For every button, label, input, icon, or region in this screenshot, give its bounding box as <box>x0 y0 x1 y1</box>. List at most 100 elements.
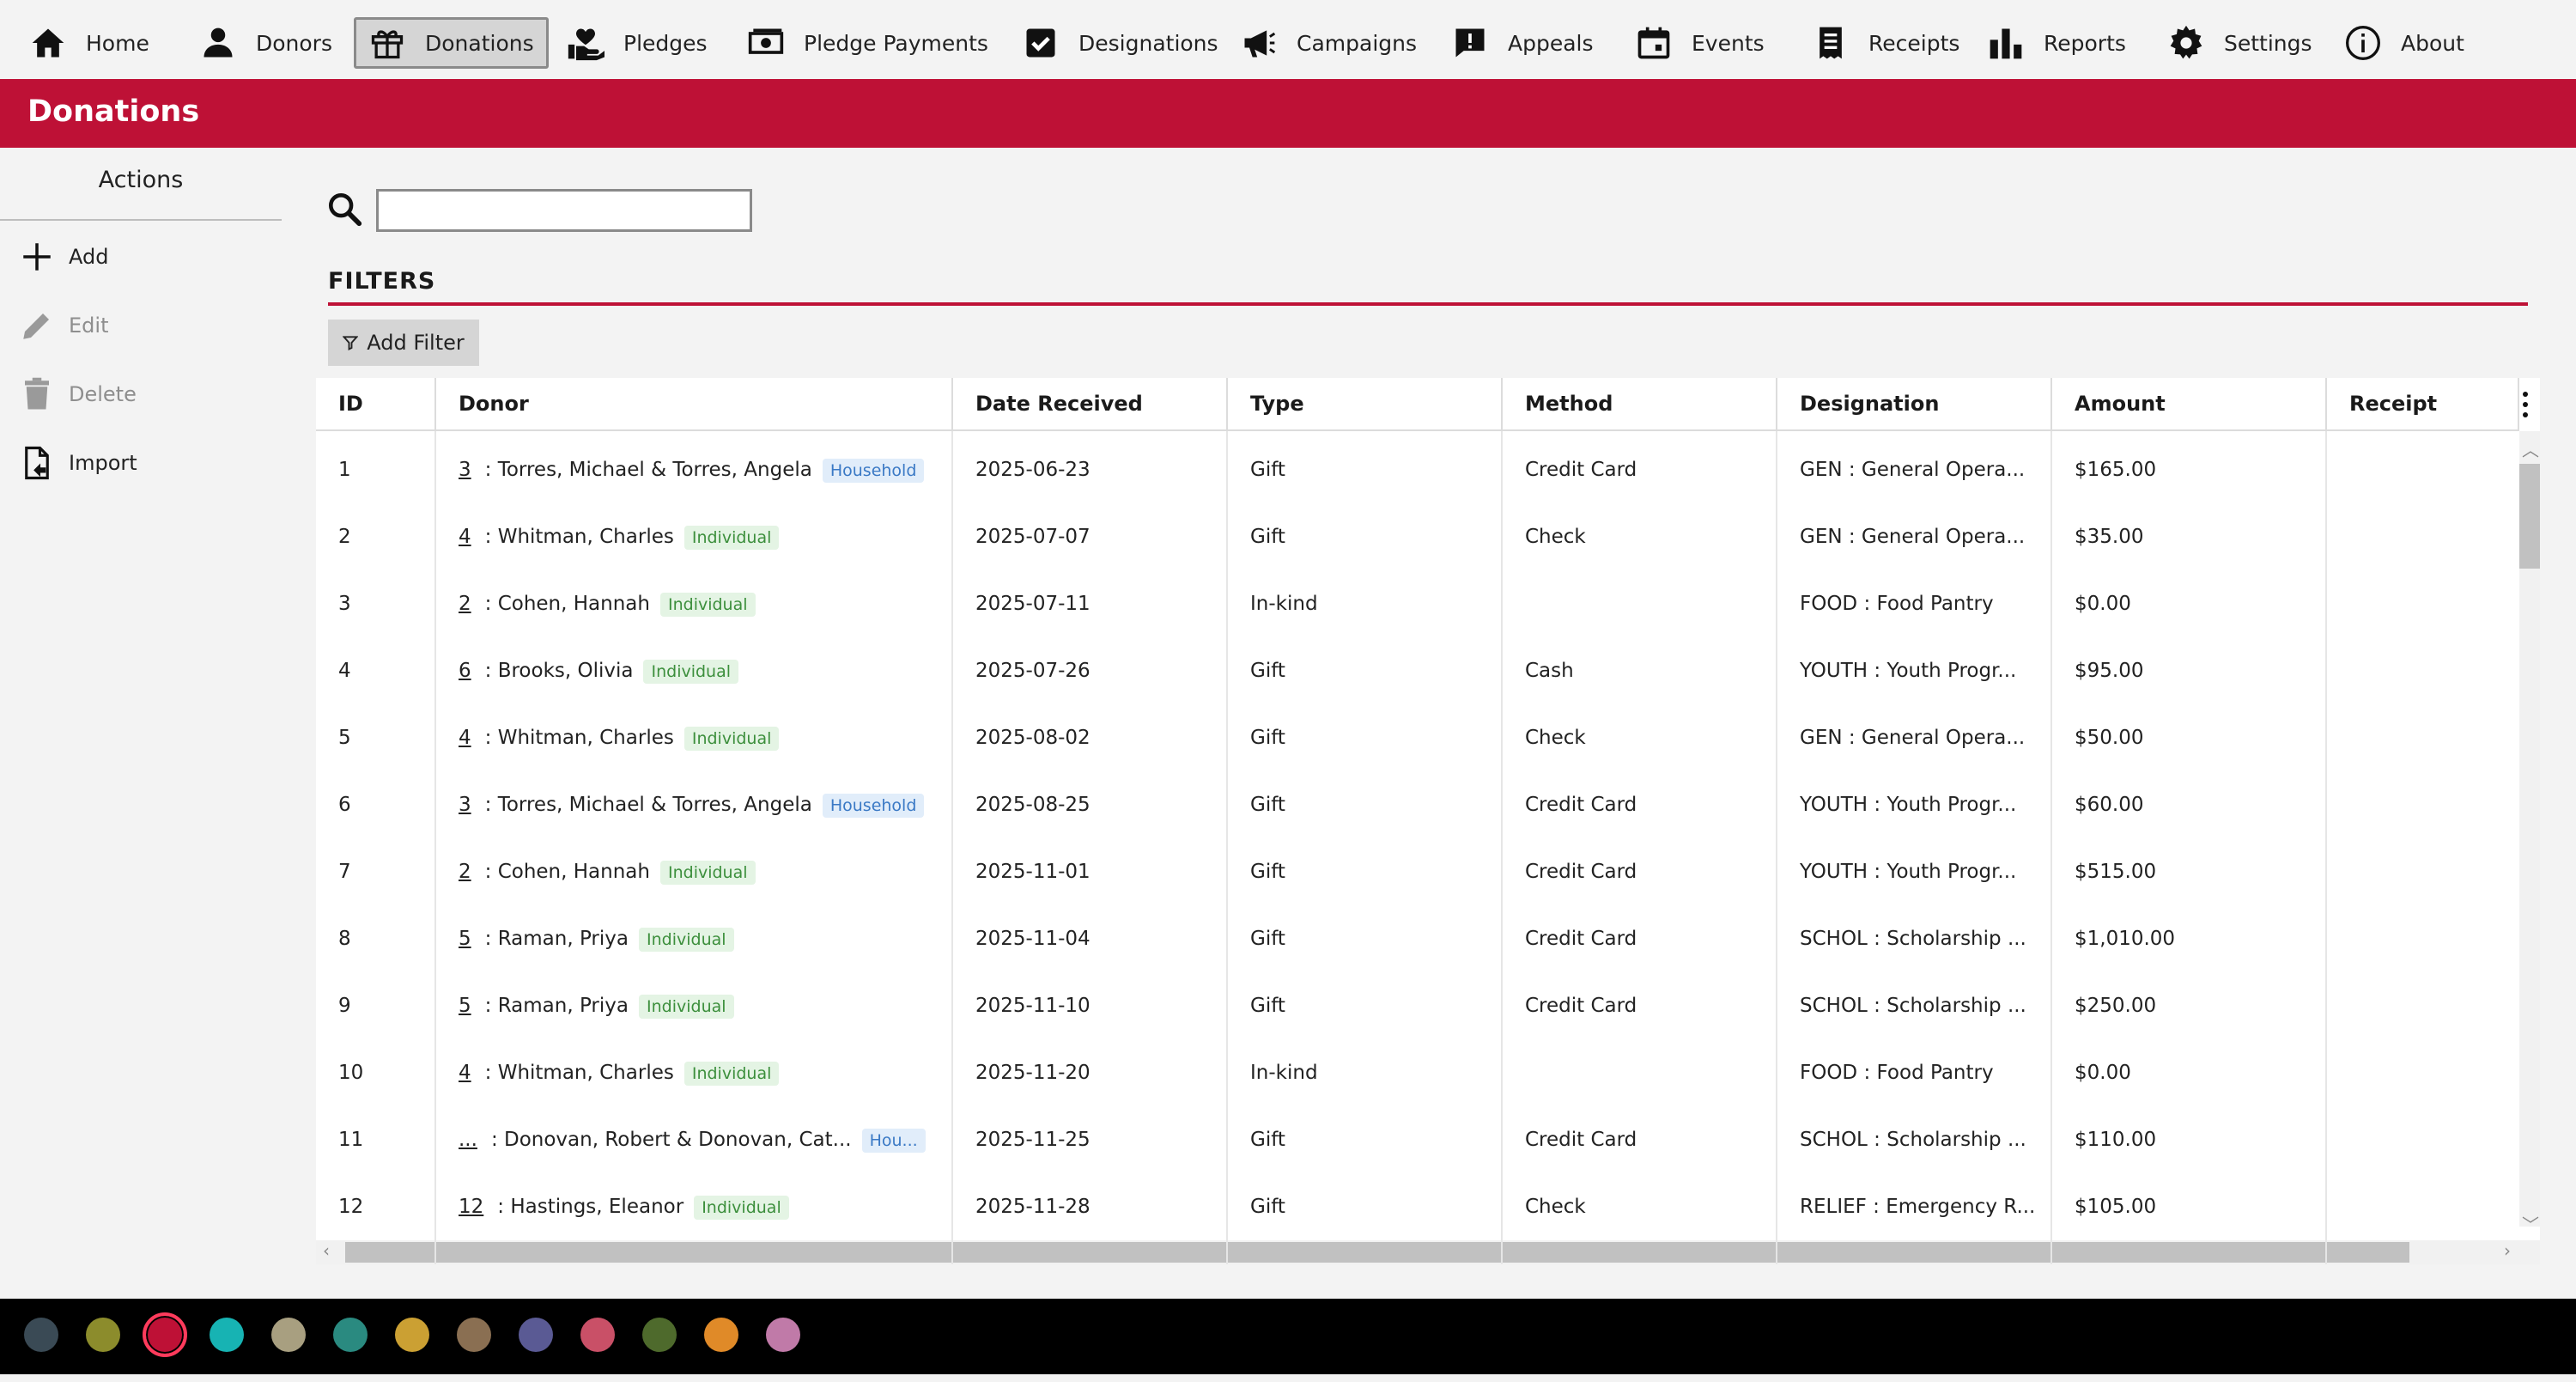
nav-item-pledge-payments[interactable]: Pledge Payments <box>735 17 1000 69</box>
nav-item-donations[interactable]: Donations <box>354 17 549 69</box>
table-row[interactable]: 1 3: Torres, Michael & Torres, Angela Hous… <box>316 436 2514 503</box>
vertical-scroll-thumb[interactable] <box>2519 464 2540 569</box>
nav-item-designations[interactable]: Designations <box>1010 17 1230 69</box>
method-cell: Check <box>1525 727 1586 749</box>
type-cell: Gift <box>1250 526 1285 548</box>
theme-color-swatch[interactable] <box>580 1318 615 1352</box>
donor-name: : Whitman, Charles <box>484 727 674 749</box>
scroll-right-icon[interactable]: › <box>2504 1240 2511 1261</box>
method-cell <box>1525 1039 1765 1106</box>
column-header-date-received[interactable]: Date Received <box>953 378 1228 431</box>
table-row[interactable]: 2 4: Whitman, Charles Individual 2025-07-07… <box>316 503 2514 570</box>
id-cell: 9 <box>338 995 351 1017</box>
nav-item-reports[interactable]: Reports <box>1975 17 2138 69</box>
donor-id-link[interactable]: 3 <box>459 459 471 481</box>
nav-item-settings[interactable]: Settings <box>2155 17 2324 69</box>
id-cell: 4 <box>338 660 351 682</box>
table-row[interactable]: 4 6: Brooks, Olivia Individual 2025-07-26 Gi… <box>316 637 2514 704</box>
column-header-type[interactable]: Type <box>1228 378 1503 431</box>
receipt-cell <box>2349 637 2507 704</box>
donor-id-link[interactable]: 5 <box>459 995 471 1017</box>
delete-action-button[interactable]: Delete <box>19 373 137 416</box>
nav-item-pledges[interactable]: Pledges <box>555 17 720 69</box>
nav-item-receipts[interactable]: Receipts <box>1800 17 1971 69</box>
table-row[interactable]: 10 4: Whitman, Charles Individual 2025-11-2… <box>316 1039 2514 1106</box>
donor-id-link[interactable]: 3 <box>459 794 471 816</box>
donor-name: : Whitman, Charles <box>484 526 674 548</box>
donor-id-link[interactable]: 4 <box>459 727 471 749</box>
theme-color-swatch[interactable] <box>519 1318 553 1352</box>
theme-color-swatch[interactable] <box>210 1318 244 1352</box>
theme-color-swatch[interactable] <box>24 1318 58 1352</box>
column-header-donor[interactable]: Donor <box>436 378 953 431</box>
donor-cell: 3: Torres, Michael & Torres, Angela House… <box>459 436 941 503</box>
nav-item-events[interactable]: Events <box>1623 17 1777 69</box>
theme-color-swatch[interactable] <box>642 1318 677 1352</box>
column-header-receipt[interactable]: Receipt <box>2327 378 2519 431</box>
column-divider <box>1501 431 1503 1264</box>
theme-color-swatch[interactable] <box>704 1318 738 1352</box>
nav-item-label: Appeals <box>1508 30 1594 56</box>
donor-id-link[interactable]: ... <box>459 1129 477 1151</box>
edit-action-button[interactable]: Edit <box>19 304 108 347</box>
theme-color-swatch[interactable] <box>766 1318 800 1352</box>
donor-id-link[interactable]: 2 <box>459 861 471 883</box>
designation-cell: YOUTH : Youth Progr... <box>1800 794 2017 816</box>
theme-color-swatch[interactable] <box>333 1318 368 1352</box>
receipt-cell <box>2349 503 2507 570</box>
table-row[interactable]: 6 3: Torres, Michael & Torres, Angela Hous… <box>316 771 2514 838</box>
donor-type-badge: Individual <box>643 659 739 684</box>
amount-cell: $50.00 <box>2075 727 2144 749</box>
donor-name: : Raman, Priya <box>484 928 629 950</box>
nav-item-appeals[interactable]: Appeals <box>1439 17 1606 69</box>
table-row[interactable]: 7 2: Cohen, Hannah Individual 2025-11-01 Gif… <box>316 838 2514 905</box>
column-header-method[interactable]: Method <box>1503 378 1777 431</box>
theme-color-swatch[interactable] <box>457 1318 491 1352</box>
theme-color-swatch[interactable] <box>143 1312 187 1357</box>
alert-message-icon <box>1455 28 1485 58</box>
date-cell: 2025-11-01 <box>975 861 1091 883</box>
horizontal-scroll-thumb[interactable] <box>345 1242 2409 1263</box>
donor-id-link[interactable]: 2 <box>459 593 471 615</box>
column-header-amount[interactable]: Amount <box>2052 378 2327 431</box>
pencil-icon <box>23 314 49 339</box>
table-row[interactable]: 8 5: Raman, Priya Individual 2025-11-04 Gift… <box>316 905 2514 972</box>
table-row[interactable]: 12 12: Hastings, Eleanor Individual 2025-11… <box>316 1173 2514 1240</box>
donor-id-link[interactable]: 12 <box>459 1196 483 1218</box>
theme-color-swatch[interactable] <box>271 1318 306 1352</box>
scroll-up-icon[interactable]: ︿ <box>2522 436 2539 461</box>
nav-item-label: Pledge Payments <box>804 30 988 56</box>
table-row[interactable]: 9 5: Raman, Priya Individual 2025-11-10 Gift… <box>316 972 2514 1039</box>
method-cell: Check <box>1525 1196 1586 1218</box>
donor-id-link[interactable]: 4 <box>459 526 471 548</box>
date-cell: 2025-11-04 <box>975 928 1091 950</box>
add-filter-button[interactable]: Add Filter <box>328 320 479 366</box>
nav-item-home[interactable]: Home <box>17 17 161 69</box>
donor-id-link[interactable]: 4 <box>459 1062 471 1084</box>
search-input[interactable] <box>376 189 752 232</box>
column-menu-icon[interactable] <box>2523 392 2528 423</box>
theme-color-swatch[interactable] <box>86 1318 120 1352</box>
nav-item-label: Designations <box>1078 30 1218 56</box>
column-header-designation[interactable]: Designation <box>1777 378 2052 431</box>
receipt-cell <box>2349 704 2507 771</box>
table-row[interactable]: 3 2: Cohen, Hannah Individual 2025-07-11 In-… <box>316 570 2514 637</box>
import-action-button[interactable]: Import <box>19 441 137 484</box>
column-header-id[interactable]: ID <box>316 378 436 431</box>
donor-id-link[interactable]: 5 <box>459 928 471 950</box>
table-row[interactable]: 5 4: Whitman, Charles Individual 2025-08-02… <box>316 704 2514 771</box>
nav-item-donors[interactable]: Donors <box>187 17 344 69</box>
gift-icon <box>371 30 404 59</box>
nav-item-about[interactable]: About <box>2332 17 2476 69</box>
table-row[interactable]: 11...: Donovan, Robert & Donovan, Cat...… <box>316 1106 2514 1173</box>
nav-item-campaigns[interactable]: Campaigns <box>1228 17 1429 69</box>
donor-name: : Brooks, Olivia <box>484 660 634 682</box>
id-cell: 11 <box>338 1129 364 1151</box>
theme-color-swatch[interactable] <box>395 1318 429 1352</box>
filters-title: FILTERS <box>328 268 436 295</box>
scroll-left-icon[interactable]: ‹ <box>323 1240 330 1261</box>
add-action-button[interactable]: Add <box>19 235 108 278</box>
scroll-down-icon[interactable]: ﹀ <box>2522 1211 2539 1236</box>
donor-id-link[interactable]: 6 <box>459 660 471 682</box>
type-cell: Gift <box>1250 794 1285 816</box>
